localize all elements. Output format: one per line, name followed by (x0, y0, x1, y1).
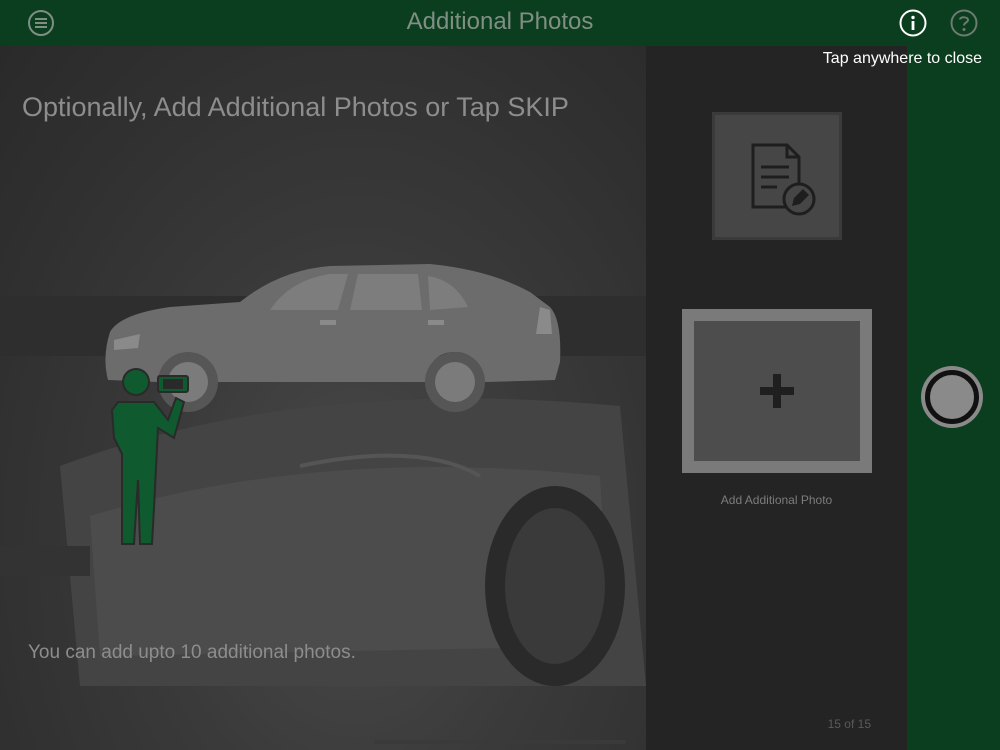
capture-strip (907, 46, 1000, 750)
shutter-icon (925, 370, 979, 424)
help-icon[interactable] (950, 9, 978, 37)
add-photo-label: Add Additional Photo (720, 493, 833, 507)
home-indicator (374, 740, 626, 744)
photo-limit-note: You can add upto 10 additional photos. (28, 642, 356, 663)
guide-person-icon (110, 368, 189, 545)
form-thumbnail[interactable] (712, 112, 842, 240)
add-photo-button[interactable] (682, 309, 872, 473)
page-title: Additional Photos (406, 8, 594, 35)
plus-icon (760, 374, 794, 408)
document-edit-icon (751, 143, 816, 216)
photo-counter: 15 of 15 (827, 717, 871, 731)
instruction-heading: Optionally, Add Additional Photos or Tap… (22, 92, 569, 122)
info-icon[interactable] (899, 9, 927, 37)
camera-preview[interactable]: Optionally, Add Additional Photos or Tap… (0, 46, 646, 750)
shutter-button[interactable] (921, 366, 983, 428)
top-bar: Additional Photos (0, 0, 1000, 46)
thumbnail-panel: Add Additional Photo 15 of 15 (646, 46, 907, 750)
tap-to-close-hint[interactable]: Tap anywhere to close (823, 50, 982, 68)
add-photo-placeholder (694, 321, 860, 461)
